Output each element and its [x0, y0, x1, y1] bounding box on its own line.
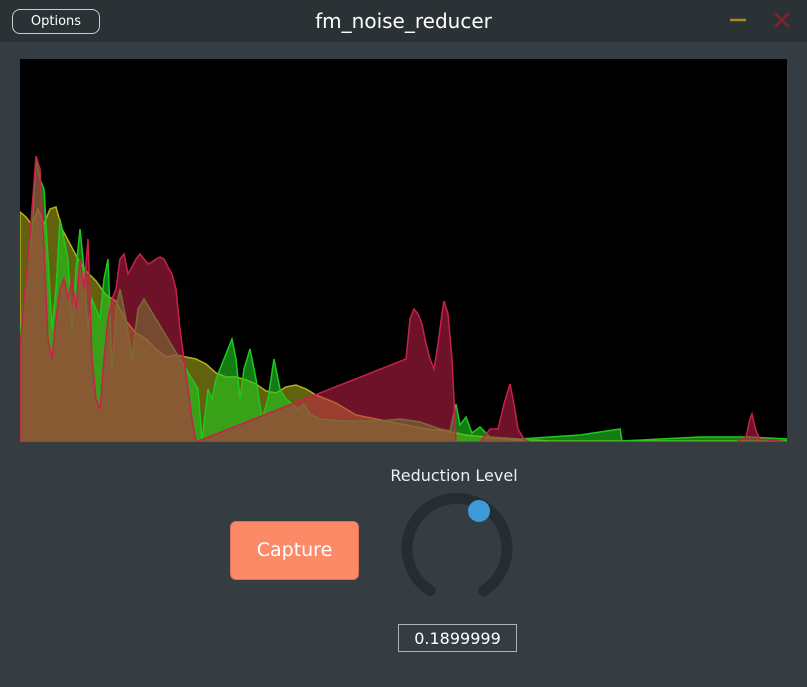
- reduction-level-value[interactable]: [398, 624, 517, 652]
- spectrum-display: [20, 59, 787, 442]
- capture-button[interactable]: Capture: [230, 521, 359, 580]
- reduction-level-knob[interactable]: [397, 492, 519, 615]
- options-button[interactable]: Options: [12, 9, 100, 34]
- minimize-icon: [730, 18, 746, 22]
- knob-track: [401, 492, 513, 597]
- minimize-button[interactable]: [726, 8, 750, 32]
- spectrum-series-red: [20, 155, 787, 442]
- close-icon: [774, 12, 790, 28]
- knob-label: Reduction Level: [390, 466, 518, 485]
- close-button[interactable]: [770, 8, 794, 32]
- title-bar: [0, 0, 807, 42]
- knob-thumb[interactable]: [468, 500, 490, 522]
